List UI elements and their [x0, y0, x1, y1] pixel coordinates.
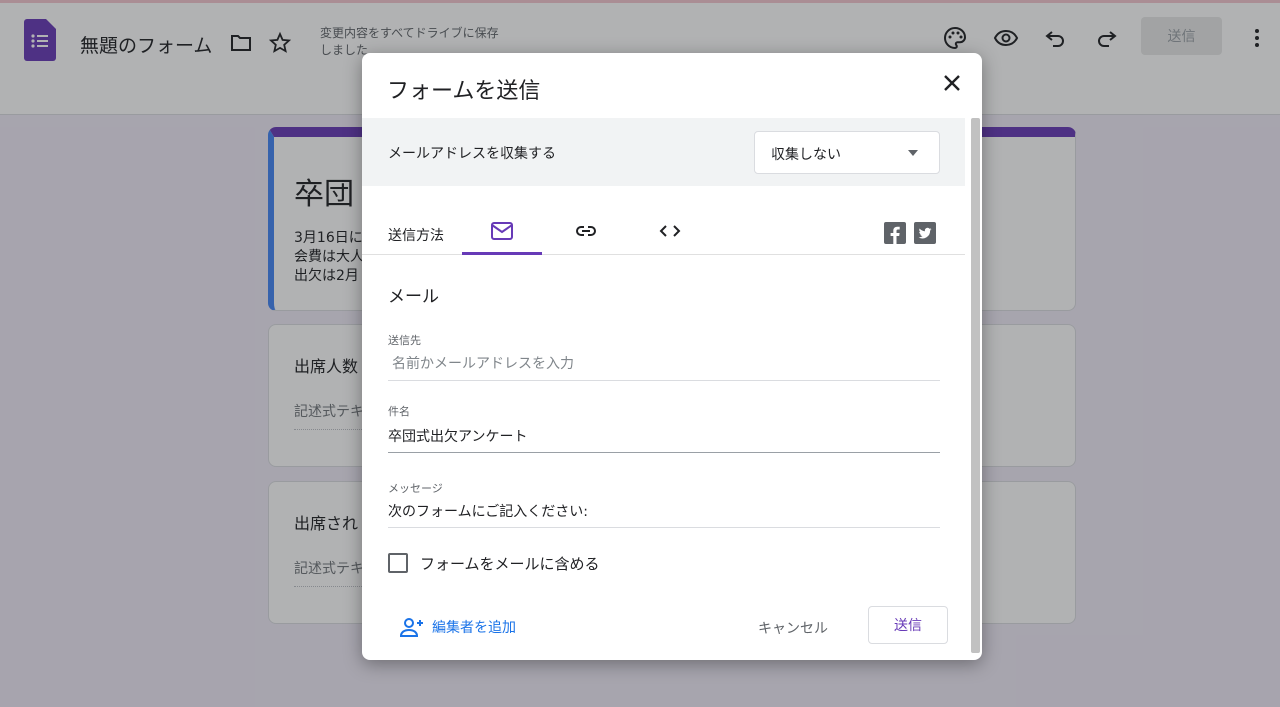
recipient-input[interactable] [388, 356, 940, 381]
facebook-icon[interactable] [884, 222, 906, 244]
to-label: 送信先 [388, 334, 421, 347]
add-editor-button[interactable]: 編集者を追加 [400, 617, 516, 637]
collect-email-select[interactable]: 収集しない [754, 131, 940, 174]
include-form-label[interactable]: フォームをメールに含める [420, 553, 600, 574]
dialog-title: フォームを送信 [387, 79, 541, 104]
send-via-tabs: 送信方法 [362, 201, 965, 255]
send-button[interactable]: 送信 [868, 606, 948, 644]
twitter-icon[interactable] [914, 222, 936, 244]
cancel-button[interactable]: キャンセル [758, 614, 828, 642]
collect-email-value: 収集しない [771, 147, 841, 163]
tab-embed[interactable] [630, 213, 710, 255]
email-section-title: メール [388, 287, 439, 307]
link-icon [576, 226, 596, 236]
subject-input[interactable] [388, 428, 940, 453]
add-editor-label: 編集者を追加 [432, 620, 516, 636]
tab-link[interactable] [546, 213, 626, 255]
message-label: メッセージ [388, 482, 443, 495]
code-icon [659, 225, 681, 237]
tab-email[interactable] [462, 213, 542, 255]
email-icon [491, 222, 513, 240]
collect-email-row: メールアドレスを収集する 収集しない [362, 118, 965, 186]
person-add-icon [400, 618, 423, 637]
caret-down-icon [908, 150, 918, 156]
send-via-label: 送信方法 [388, 228, 444, 244]
dialog-scrollbar[interactable] [971, 118, 980, 653]
include-form-checkbox[interactable] [388, 553, 408, 573]
subject-label: 件名 [388, 405, 410, 418]
collect-email-label: メールアドレスを収集する [388, 146, 556, 162]
message-input[interactable] [388, 503, 940, 528]
send-form-dialog: フォームを送信 メールアドレスを収集する 収集しない 送信方法 メール 送信先 … [362, 53, 982, 660]
close-icon[interactable] [940, 71, 964, 95]
